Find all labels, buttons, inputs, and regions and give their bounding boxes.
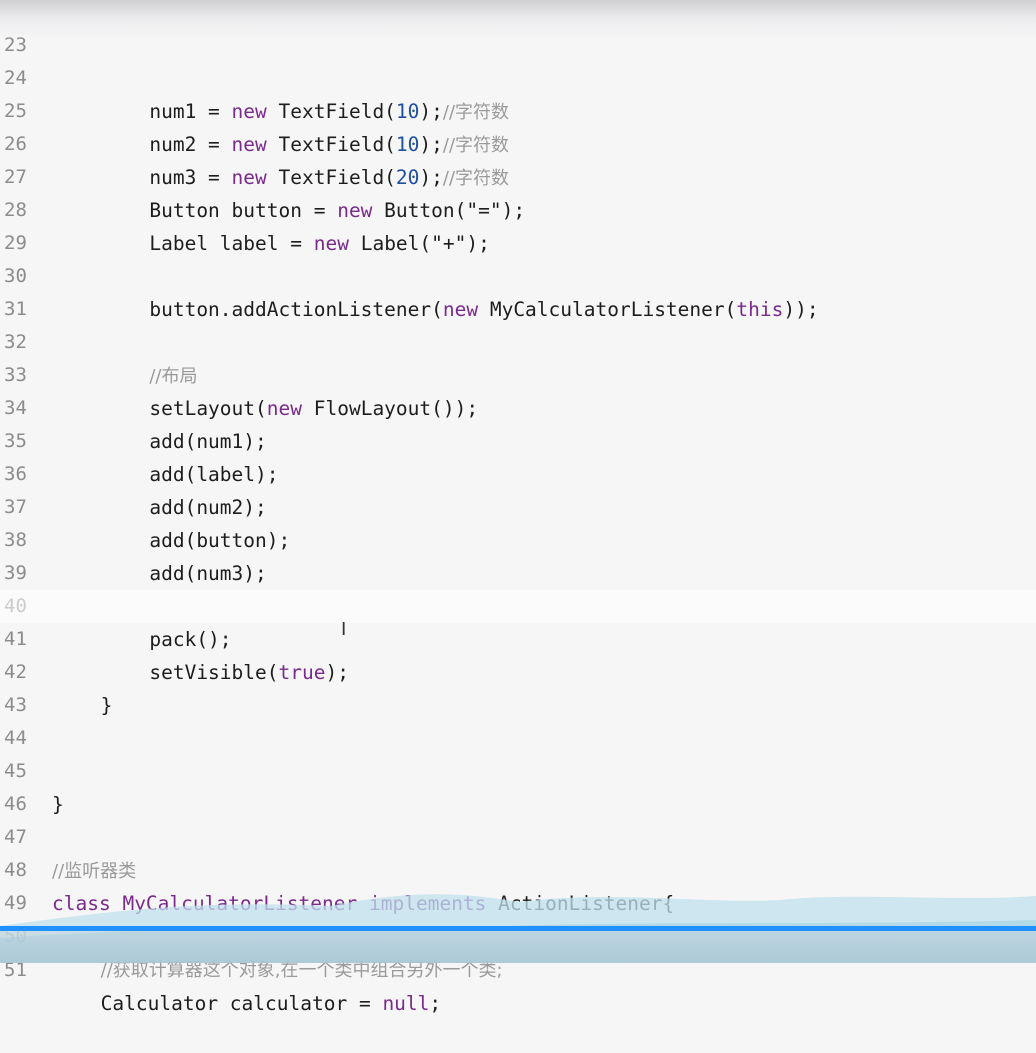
code-line[interactable]: 24 num1 = new TextField(10);//字符数 [0, 29, 1036, 123]
line-number: 51 [4, 959, 27, 981]
code-line-current[interactable]: 41 setVisible(true); [0, 590, 1036, 684]
code-line[interactable]: 31 [0, 260, 1036, 320]
code-line[interactable]: 33 setLayout(new FlowLayout()); [0, 326, 1036, 420]
code-line[interactable]: 45 } [0, 722, 1036, 816]
code-text: Calculator calculator = null; [100, 992, 442, 1015]
code-editor[interactable]: 23 24 num1 = new TextField(10);//字符数 25 … [0, 0, 1036, 1015]
code-line[interactable]: 37 add(button); [0, 458, 1036, 552]
code-line[interactable]: 44 [0, 689, 1036, 749]
code-line[interactable]: 28 Label label = new Label("+"); [0, 161, 1036, 255]
code-line[interactable]: 25 num2 = new TextField(10);//字符数 [0, 62, 1036, 156]
code-line[interactable]: 39 [0, 524, 1036, 584]
code-line[interactable]: 29 [0, 194, 1036, 254]
code-line[interactable]: 47 //监听器类 [0, 788, 1036, 882]
code-line[interactable]: 42 } [0, 623, 1036, 717]
code-line[interactable]: 36 add(num2); [0, 425, 1036, 519]
code-line[interactable]: 32 //布局 [0, 293, 1036, 387]
text-cursor-icon: I [341, 619, 347, 640]
code-line[interactable]: 30 button.addActionListener(new MyCalcul… [0, 227, 1036, 321]
video-progress-bar[interactable] [0, 926, 1036, 931]
code-line[interactable]: 50 //获取计算器这个对象,在一个类中组合另外一个类; [0, 887, 1036, 981]
code-line[interactable]: 40 pack(); [0, 557, 1036, 651]
code-line[interactable]: 27 Button button = new Button("="); [0, 128, 1036, 222]
code-line[interactable]: 35 add(label); [0, 392, 1036, 486]
code-line[interactable]: 34 add(num1); [0, 359, 1036, 453]
code-text: //获取计算器这个对象,在一个类中组合另外一个类; [100, 960, 503, 981]
code-line[interactable]: 23 [0, 0, 1036, 56]
code-line[interactable]: 26 num3 = new TextField(20);//字符数 [0, 95, 1036, 189]
code-line[interactable]: 48 class MyCalculatorListener implements… [0, 821, 1036, 915]
code-line[interactable]: 49 [0, 854, 1036, 914]
code-line[interactable]: 38 add(num3); [0, 491, 1036, 585]
code-line[interactable]: 43 [0, 656, 1036, 716]
code-line[interactable]: 46 [0, 755, 1036, 815]
